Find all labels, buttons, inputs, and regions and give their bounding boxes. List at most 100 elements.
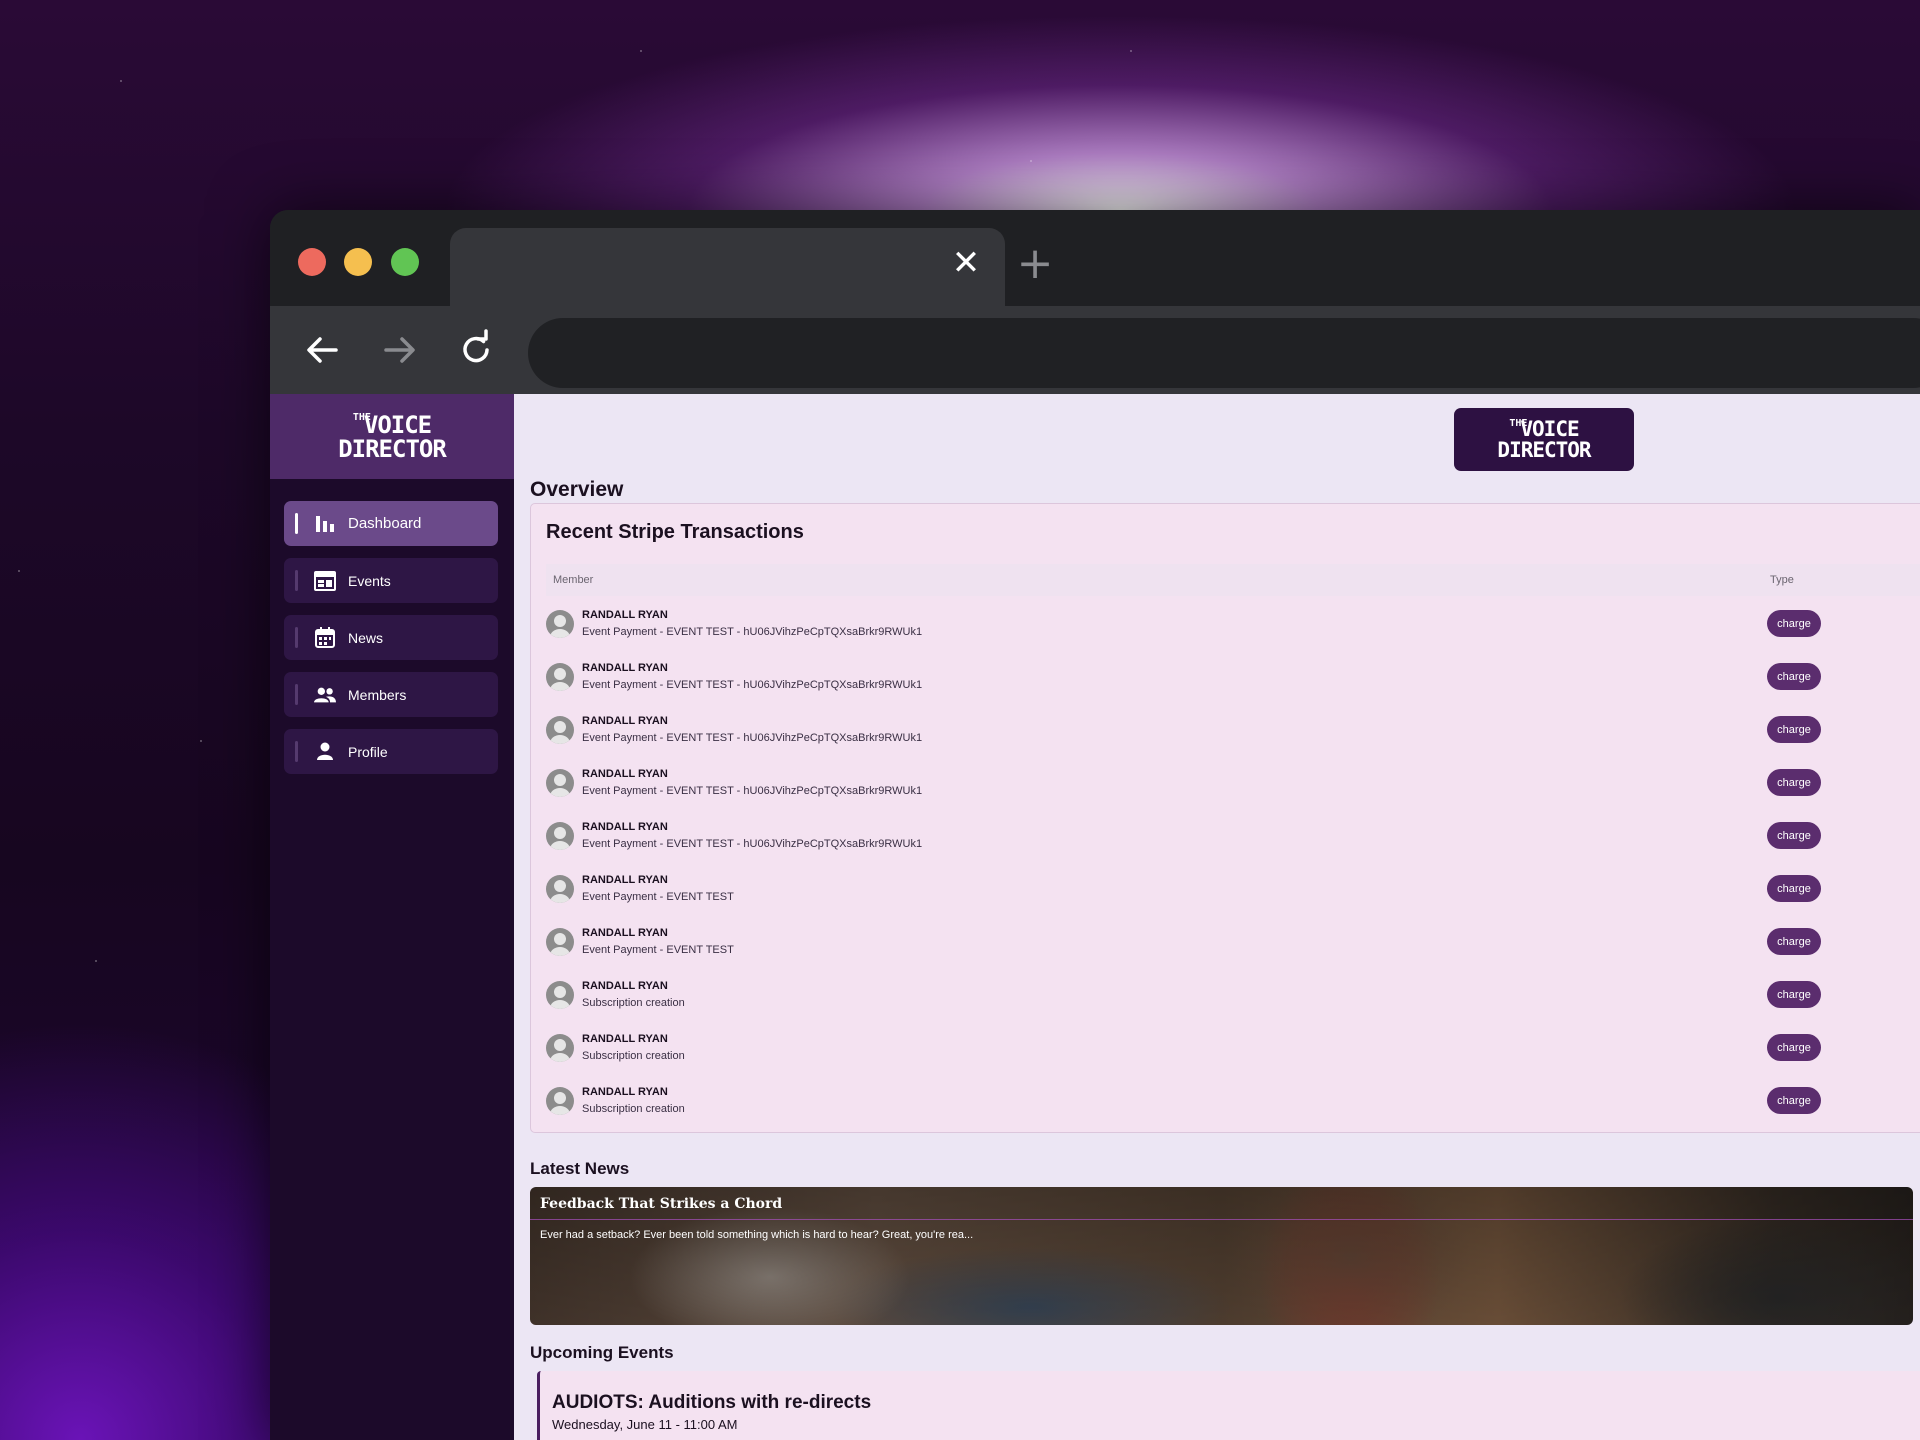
member-name: RANDALL RYAN [582,609,668,621]
member-name: RANDALL RYAN [582,927,668,939]
avatar [546,769,574,797]
maximize-window-button[interactable] [391,248,419,276]
table-row[interactable]: RANDALL RYAN Event Payment - EVENT TEST … [546,707,1920,760]
user-icon [314,741,336,763]
table-row[interactable]: RANDALL RYAN Subscription creation charg… [546,1025,1920,1078]
browser-tab[interactable]: ✕ [450,228,1005,306]
type-badge: charge [1767,875,1821,902]
avatar [546,1087,574,1115]
background-star [1130,50,1132,52]
column-header-member: Member [553,574,594,586]
transaction-description: Event Payment - EVENT TEST - hU06JVihzPe… [582,679,923,691]
sidebar-item-label: News [348,629,384,646]
event-name: AUDIOTS: Auditions with re-directs [552,1392,872,1413]
sidebar-item-indicator [295,627,298,648]
logo-line2: DIRECTOR [338,434,447,463]
close-window-button[interactable] [298,248,326,276]
avatar [546,663,574,691]
event-card[interactable]: AUDIOTS: Auditions with re-directs Wedne… [537,1371,1920,1440]
sidebar-item-indicator [295,741,298,762]
avatar [546,1034,574,1062]
member-name: RANDALL RYAN [582,768,668,780]
sidebar-item-label: Members [348,686,407,703]
sidebar-item-profile[interactable]: Profile [284,729,498,774]
new-tab-icon[interactable]: + [1015,242,1055,286]
transaction-description: Subscription creation [582,997,685,1009]
table-row[interactable]: RANDALL RYAN Event Payment - EVENT TEST … [546,654,1920,707]
type-badge: charge [1767,663,1821,690]
table-row[interactable]: RANDALL RYAN Subscription creation charg… [546,972,1920,1025]
app-content: THEVOICE DIRECTOR Dashboard Events News … [270,394,1920,1440]
table-header: Member Type [546,564,1920,596]
news-divider [530,1219,1913,1220]
back-arrow-icon[interactable] [300,328,344,372]
transaction-description: Event Payment - EVENT TEST - hU06JVihzPe… [582,838,923,850]
reload-icon[interactable] [454,328,498,372]
table-row[interactable]: RANDALL RYAN Event Payment - EVENT TEST … [546,919,1920,972]
sidebar: THEVOICE DIRECTOR Dashboard Events News … [270,394,514,1440]
news-excerpt: Ever had a setback? Ever been told somet… [540,1229,974,1241]
sidebar-item-events[interactable]: Events [284,558,498,603]
header-logo[interactable]: THEVOICE DIRECTOR [1454,408,1634,471]
background-star [1030,160,1032,162]
transaction-description: Event Payment - EVENT TEST [582,944,734,956]
browser-titlebar: ✕ + [270,210,1920,306]
calendar-icon [314,627,336,649]
transaction-description: Event Payment - EVENT TEST - hU06JVihzPe… [582,785,923,797]
sidebar-item-indicator [295,513,298,534]
sidebar-item-indicator [295,684,298,705]
type-badge: charge [1767,1087,1821,1114]
type-badge: charge [1767,928,1821,955]
news-headline: Feedback That Strikes a Chord [540,1196,783,1212]
background-star [640,50,642,52]
avatar [546,928,574,956]
page-title: Overview [530,478,624,501]
sidebar-item-label: Events [348,572,391,589]
sidebar-item-members[interactable]: Members [284,672,498,717]
sidebar-item-label: Dashboard [348,515,422,532]
column-header-type: Type [1770,574,1794,586]
type-badge: charge [1767,1034,1821,1061]
calendar-table-icon [314,570,336,592]
member-name: RANDALL RYAN [582,821,668,833]
member-name: RANDALL RYAN [582,1033,668,1045]
type-badge: charge [1767,769,1821,796]
forward-arrow-icon[interactable] [378,328,422,372]
latest-news-title: Latest News [530,1159,630,1178]
logo-line2: DIRECTOR [1497,437,1591,462]
sidebar-item-news[interactable]: News [284,615,498,660]
member-name: RANDALL RYAN [582,1086,668,1098]
sidebar-item-dashboard[interactable]: Dashboard [284,501,498,546]
browser-toolbar [270,306,1920,394]
transaction-description: Subscription creation [582,1103,685,1115]
bar-chart-icon [314,513,336,535]
address-bar[interactable] [528,318,1920,388]
logo-line1: VOICE [1520,416,1579,441]
avatar [546,981,574,1009]
type-badge: charge [1767,981,1821,1008]
avatar [546,822,574,850]
logo-the-text: THE [1509,417,1528,429]
table-row[interactable]: RANDALL RYAN Event Payment - EVENT TEST … [546,601,1920,654]
transaction-description: Event Payment - EVENT TEST - hU06JVihzPe… [582,732,923,744]
member-name: RANDALL RYAN [582,980,668,992]
tab-close-icon[interactable]: ✕ [951,246,981,280]
voice-director-logo: THEVOICE DIRECTOR [1497,416,1591,462]
table-row[interactable]: RANDALL RYAN Event Payment - EVENT TEST … [546,760,1920,813]
transactions-title: Recent Stripe Transactions [546,521,804,543]
table-row[interactable]: RANDALL RYAN Event Payment - EVENT TEST … [546,813,1920,866]
voice-director-logo: THEVOICE DIRECTOR [338,412,447,463]
background-star [120,80,122,82]
event-date: Wednesday, June 11 - 11:00 AM [552,1417,738,1432]
background-star [95,960,97,962]
member-name: RANDALL RYAN [582,662,668,674]
avatar [546,875,574,903]
minimize-window-button[interactable] [344,248,372,276]
background-star [18,570,20,572]
sidebar-logo[interactable]: THEVOICE DIRECTOR [270,394,514,479]
news-card[interactable]: Feedback That Strikes a Chord Ever had a… [530,1187,1913,1325]
table-row[interactable]: RANDALL RYAN Event Payment - EVENT TEST … [546,866,1920,919]
transactions-card: Recent Stripe Transactions Member Type R… [530,503,1920,1133]
transaction-description: Subscription creation [582,1050,685,1062]
table-row[interactable]: RANDALL RYAN Subscription creation charg… [546,1078,1920,1131]
